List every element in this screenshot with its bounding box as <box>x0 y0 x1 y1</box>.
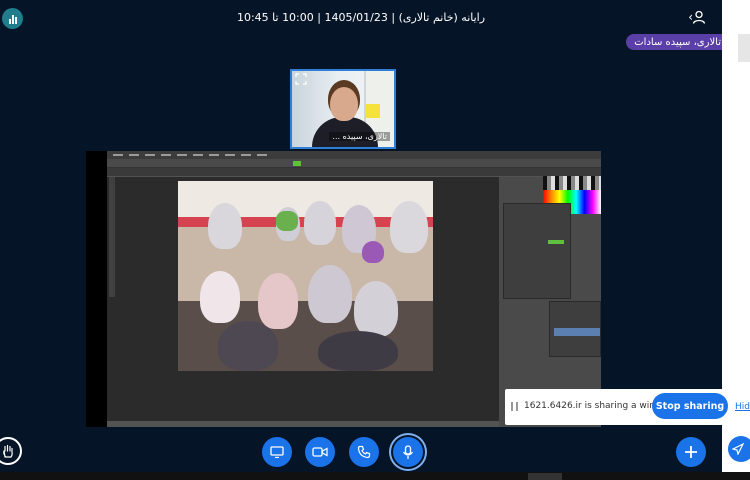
user-icon[interactable] <box>692 10 706 24</box>
pause-icon <box>511 402 518 411</box>
monitor-icon <box>270 446 284 458</box>
webcam-thumbnail[interactable]: تالاری، سپیده ... <box>290 69 396 149</box>
taskbar-strip <box>0 472 750 480</box>
raise-hand-icon <box>3 444 13 458</box>
send-icon <box>732 443 744 455</box>
meeting-title: رایانه (خانم تالاری) | 1405/01/23 | 10:0… <box>236 11 486 24</box>
stop-sharing-button[interactable]: Stop sharing <box>652 393 728 419</box>
camera-button[interactable] <box>305 437 335 467</box>
plus-icon <box>685 446 697 458</box>
properties-panel <box>503 203 571 299</box>
send-button[interactable] <box>728 436 750 462</box>
presenter-name: تالاری، سپیده سادات <box>634 36 721 48</box>
webcam-name-label: تالاری، سپیده ... <box>329 132 390 141</box>
class-photo <box>178 181 433 371</box>
layers-panel <box>549 301 601 357</box>
add-button[interactable] <box>676 437 706 467</box>
phone-button[interactable] <box>349 437 379 467</box>
hide-link[interactable]: Hide <box>735 402 750 412</box>
microphone-icon <box>402 444 414 459</box>
panel-handle[interactable] <box>738 34 750 62</box>
phone-icon <box>357 445 371 459</box>
microphone-button[interactable] <box>393 437 423 467</box>
raise-hand-button[interactable] <box>0 437 22 465</box>
top-bar: رایانه (خانم تالاری) | 1405/01/23 | 10:0… <box>0 0 722 34</box>
expand-icon[interactable] <box>295 73 307 85</box>
photoshop-window <box>107 151 601 427</box>
screen-share-banner: 1621.6426.ir is sharing a window. Stop s… <box>505 389 750 425</box>
screen-share-button[interactable] <box>262 437 292 467</box>
shared-screen <box>86 151 601 427</box>
photoshop-toolbar <box>109 177 115 297</box>
video-camera-icon <box>312 447 328 457</box>
